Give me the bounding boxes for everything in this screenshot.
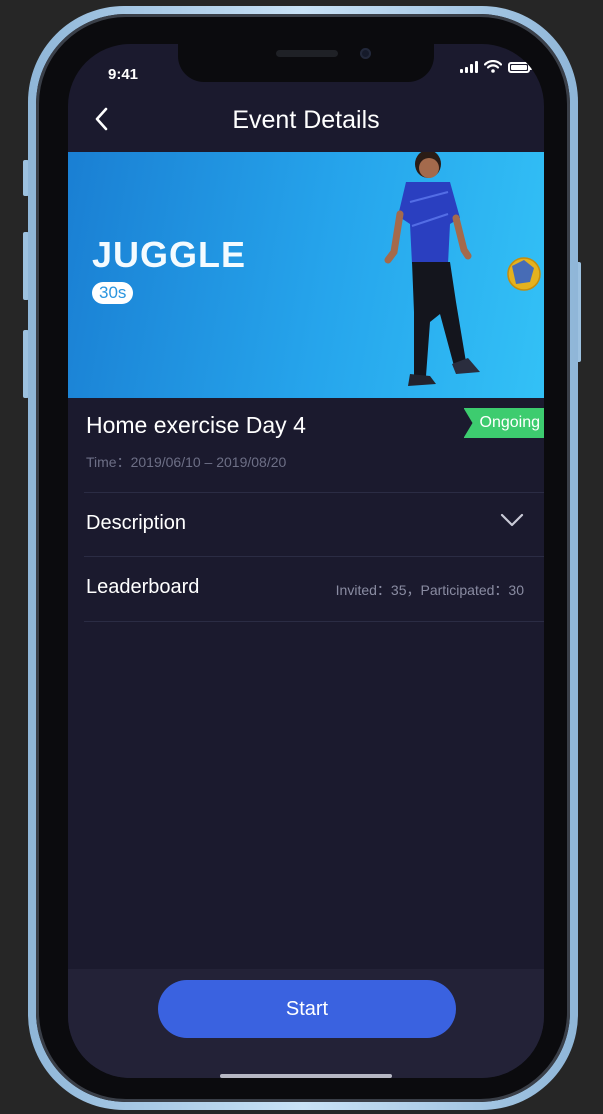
description-row[interactable]: Description bbox=[68, 492, 544, 556]
app-screen: 9:41 Event Details JUGGLE 30s Home exerc… bbox=[68, 44, 544, 1078]
chevron-down-icon[interactable] bbox=[500, 512, 524, 528]
front-camera bbox=[360, 48, 371, 59]
bottom-action-bar: Start bbox=[68, 969, 544, 1078]
event-time-range: Time：2019/06/10 – 2019/08/20 bbox=[86, 454, 287, 470]
description-label: Description bbox=[86, 512, 187, 534]
navigation-bar: Event Details bbox=[68, 96, 544, 142]
duration-badge: 30s bbox=[92, 282, 134, 304]
event-name: Home exercise Day 4 bbox=[86, 412, 306, 438]
battery-icon bbox=[508, 62, 532, 73]
wifi-icon bbox=[484, 60, 502, 73]
notch bbox=[178, 44, 434, 82]
status-time: 9:41 bbox=[108, 66, 139, 83]
leaderboard-row[interactable]: Leaderboard Invited：35，Participated：30 bbox=[68, 556, 544, 620]
speaker-grille bbox=[276, 50, 338, 57]
start-button[interactable]: Start bbox=[158, 980, 456, 1038]
leaderboard-label: Leaderboard bbox=[86, 576, 200, 598]
banner-title: JUGGLE bbox=[92, 234, 247, 275]
status-badge: Ongoing bbox=[463, 408, 544, 438]
participation-stats: Invited：35，Participated：30 bbox=[335, 582, 524, 598]
event-banner: JUGGLE 30s bbox=[68, 152, 544, 398]
status-icons bbox=[460, 60, 532, 73]
player-juggling-image bbox=[384, 152, 541, 386]
page-title: Event Details bbox=[232, 106, 380, 134]
home-indicator bbox=[220, 1074, 392, 1078]
divider bbox=[84, 621, 544, 622]
cellular-signal-icon bbox=[460, 61, 478, 73]
